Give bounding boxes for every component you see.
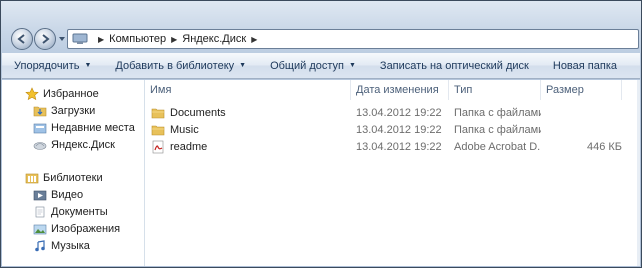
- command-bar: Упорядочить ▼ Добавить в библиотеку ▼ Об…: [2, 53, 640, 79]
- file-name: Documents: [170, 106, 226, 119]
- forward-button[interactable]: [34, 28, 56, 50]
- recent-places-icon: [32, 121, 48, 135]
- breadcrumb-computer[interactable]: Компьютер: [109, 33, 166, 45]
- organize-label: Упорядочить: [14, 59, 80, 72]
- column-header-modified[interactable]: Дата изменения: [352, 80, 449, 100]
- column-name-label: Имя: [150, 84, 172, 96]
- sidebar-item-pictures[interactable]: Изображения: [2, 220, 145, 237]
- arrow-right-icon: [42, 34, 50, 44]
- sidebar-item-recent-places[interactable]: Недавние места: [2, 119, 145, 136]
- music-label: Музыка: [51, 239, 90, 252]
- column-header-name[interactable]: Имя: [146, 80, 351, 100]
- back-button[interactable]: [11, 28, 33, 50]
- file-name-cell: readme: [150, 138, 350, 155]
- column-header-size[interactable]: Размер: [542, 80, 622, 100]
- yandex-disk-icon: [32, 138, 48, 152]
- computer-icon: [72, 32, 90, 46]
- explorer-window: ▶ Компьютер ▶ Яндекс.Диск ▶ Упорядочить …: [0, 0, 642, 268]
- navigation-pane: Избранное Загрузки Недавние места Яндекс…: [2, 80, 145, 266]
- sidebar-item-documents[interactable]: Документы: [2, 203, 145, 220]
- file-size: [542, 121, 622, 138]
- chevron-right-icon[interactable]: ▶: [98, 35, 104, 44]
- column-header-type[interactable]: Тип: [450, 80, 541, 100]
- burn-button[interactable]: Записать на оптический диск: [368, 55, 541, 77]
- file-size: [542, 104, 622, 121]
- favorites-group: Избранное Загрузки Недавние места Яндекс…: [2, 85, 145, 153]
- libraries-label: Библиотеки: [43, 171, 103, 184]
- column-modified-label: Дата изменения: [356, 84, 439, 96]
- downloads-folder-icon: [32, 104, 48, 118]
- organize-button[interactable]: Упорядочить ▼: [2, 55, 103, 77]
- share-label: Общий доступ: [270, 59, 344, 72]
- recent-places-label: Недавние места: [51, 121, 135, 134]
- folder-icon: [150, 106, 166, 120]
- pictures-library-icon: [32, 222, 48, 236]
- breadcrumb-yandex-disk[interactable]: Яндекс.Диск: [182, 33, 246, 45]
- file-modified: 13.04.2012 19:22: [356, 123, 442, 136]
- navigation-bar: ▶ Компьютер ▶ Яндекс.Диск ▶: [1, 1, 641, 53]
- caret-down-icon: ▼: [84, 62, 92, 69]
- content-area: Избранное Загрузки Недавние места Яндекс…: [2, 80, 640, 266]
- libraries-icon: [24, 171, 40, 185]
- downloads-label: Загрузки: [51, 104, 96, 117]
- pdf-icon: [150, 140, 166, 154]
- new-folder-button[interactable]: Новая папка: [541, 55, 629, 77]
- file-type: Папка с файлами: [454, 106, 541, 119]
- breadcrumb: ▶ Компьютер ▶ Яндекс.Диск ▶: [93, 33, 262, 45]
- documents-library-icon: [32, 205, 48, 219]
- music-library-icon: [32, 239, 48, 253]
- file-modified: 13.04.2012 19:22: [356, 106, 442, 119]
- file-list: Имя Дата изменения Тип Размер Documents …: [146, 80, 640, 266]
- scrollbar-track[interactable]: [637, 80, 640, 266]
- add-to-library-button[interactable]: Добавить в библиотеку ▼: [103, 55, 258, 77]
- file-name: Music: [170, 123, 199, 136]
- column-type-label: Тип: [454, 84, 473, 96]
- file-type: Папка с файлами: [454, 123, 541, 136]
- share-button[interactable]: Общий доступ ▼: [258, 55, 368, 77]
- chevron-right-icon[interactable]: ▶: [171, 35, 177, 44]
- yandex-disk-label: Яндекс.Диск: [51, 138, 115, 151]
- file-size: 446 КБ: [586, 140, 622, 153]
- folder-icon: [150, 123, 166, 137]
- file-type: Adobe Acrobat D...: [454, 140, 541, 153]
- star-icon: [24, 86, 40, 101]
- file-name-cell: Documents: [150, 104, 350, 121]
- video-label: Видео: [51, 188, 84, 201]
- table-row[interactable]: Documents 13.04.2012 19:22 Папка с файла…: [146, 104, 640, 121]
- file-name-cell: Music: [150, 121, 350, 138]
- sidebar-item-yandex-disk[interactable]: Яндекс.Диск: [2, 136, 145, 153]
- sidebar-item-music[interactable]: Музыка: [2, 237, 145, 254]
- sidebar-item-downloads[interactable]: Загрузки: [2, 102, 145, 119]
- pictures-label: Изображения: [51, 222, 121, 235]
- address-bar[interactable]: ▶ Компьютер ▶ Яндекс.Диск ▶: [67, 29, 639, 49]
- new-folder-label: Новая папка: [552, 59, 617, 72]
- chevron-right-icon[interactable]: ▶: [251, 35, 257, 44]
- video-library-icon: [32, 188, 48, 202]
- documents-label: Документы: [51, 205, 108, 218]
- sidebar-item-favorites[interactable]: Избранное: [2, 85, 145, 102]
- file-name: readme: [170, 140, 208, 153]
- burn-label: Записать на оптический диск: [379, 59, 529, 72]
- sidebar-item-video[interactable]: Видео: [2, 186, 145, 203]
- recent-pages-dropdown[interactable]: [58, 35, 66, 43]
- sidebar-item-libraries[interactable]: Библиотеки: [2, 169, 145, 186]
- libraries-group: Библиотеки Видео Документы Изображения М…: [2, 169, 145, 254]
- caret-down-icon: ▼: [348, 62, 356, 69]
- file-modified: 13.04.2012 19:22: [356, 140, 442, 153]
- column-size-label: Размер: [546, 84, 584, 96]
- add-to-library-label: Добавить в библиотеку: [115, 59, 235, 72]
- table-row[interactable]: readme 13.04.2012 19:22 Adobe Acrobat D.…: [146, 138, 640, 155]
- arrow-left-icon: [17, 34, 25, 44]
- favorites-label: Избранное: [43, 87, 99, 100]
- table-row[interactable]: Music 13.04.2012 19:22 Папка с файлами: [146, 121, 640, 138]
- caret-down-icon: ▼: [239, 62, 247, 69]
